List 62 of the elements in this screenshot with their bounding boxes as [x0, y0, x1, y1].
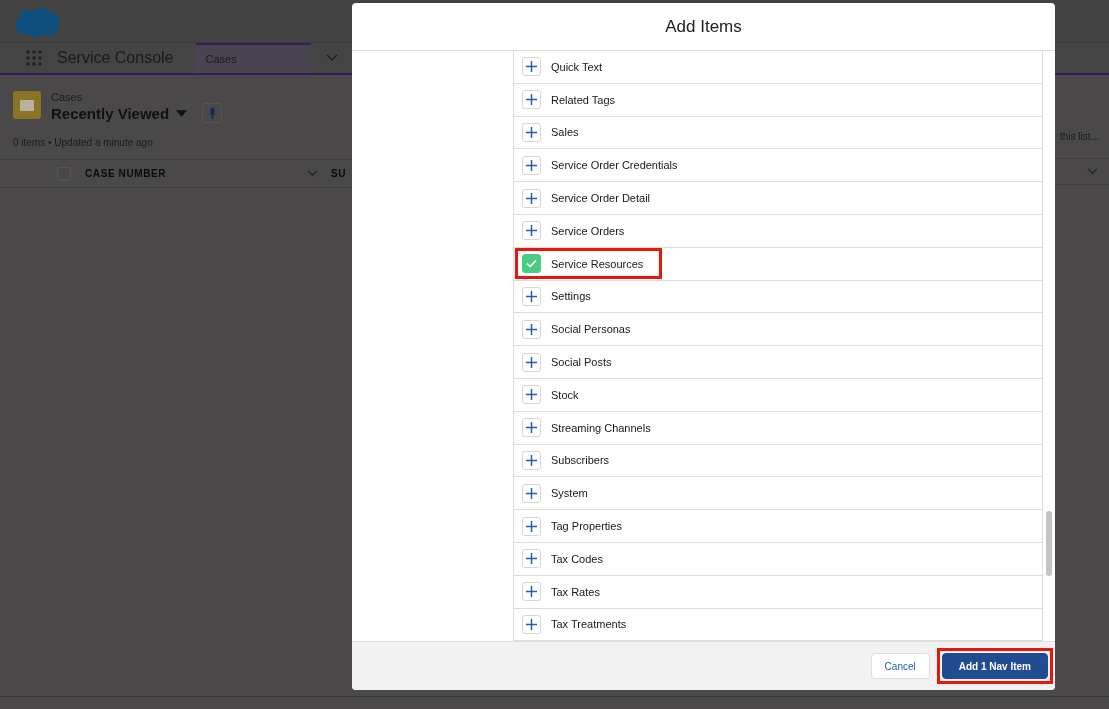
plus-icon [526, 61, 537, 73]
add-item-button[interactable] [522, 90, 541, 110]
plus-icon [526, 586, 537, 598]
case-folder-icon [13, 91, 41, 119]
plus-icon [526, 422, 537, 434]
item-label: Quick Text [551, 60, 603, 73]
item-label: Tax Rates [551, 585, 600, 598]
item-label: Related Tags [551, 93, 615, 106]
plus-icon [526, 290, 537, 302]
plus-icon [526, 618, 537, 630]
item-label: Stock [551, 388, 579, 401]
add-item-button[interactable] [522, 57, 541, 77]
plus-icon [526, 356, 537, 368]
column-header[interactable]: SU [331, 168, 347, 179]
add-button[interactable]: Add 1 Nav Item [941, 653, 1048, 679]
item-label: Subscribers [551, 454, 610, 467]
list-view-title[interactable]: Recently Viewed [51, 104, 170, 122]
add-item-button[interactable] [522, 483, 541, 503]
item-label: Service Orders [551, 224, 625, 237]
plus-icon [526, 192, 537, 204]
item-label: Streaming Channels [551, 421, 651, 434]
column-header[interactable]: CASE NUMBER [85, 168, 307, 179]
item-label: System [551, 487, 588, 500]
plus-icon [526, 127, 537, 138]
item-label: Tax Codes [551, 552, 603, 565]
add-item-button[interactable] [522, 418, 541, 438]
item-label: Service Order Credentials [551, 159, 678, 172]
item-label: Settings [551, 290, 591, 303]
plus-icon [526, 94, 537, 106]
item-label: Tax Treatments [551, 618, 627, 631]
item-label: Social Personas [551, 323, 631, 336]
plus-icon [526, 323, 537, 335]
add-item-button[interactable] [522, 582, 541, 602]
item-label: Service Resources [551, 257, 644, 270]
add-item-button[interactable] [522, 155, 541, 175]
pin-icon [208, 107, 216, 119]
add-item-button[interactable] [522, 123, 541, 142]
item-label: Social Posts [551, 356, 612, 369]
plus-icon [526, 389, 537, 401]
plus-icon [526, 553, 537, 565]
add-item-button[interactable] [522, 385, 541, 405]
plus-icon [526, 159, 537, 171]
add-item-button[interactable] [522, 188, 541, 208]
add-item-button[interactable] [522, 614, 541, 634]
add-item-button[interactable] [522, 549, 541, 569]
item-label: Tag Properties [551, 520, 622, 533]
plus-icon [526, 520, 537, 532]
add-item-button[interactable] [522, 286, 541, 306]
cloud-logo-icon [13, 4, 63, 38]
item-label: Service Order Detail [551, 192, 651, 205]
item-label: Sales [551, 126, 579, 139]
add-item-button[interactable] [522, 319, 541, 339]
dialog-title: Add Items [665, 16, 742, 37]
plus-icon [526, 487, 537, 499]
add-item-button[interactable] [522, 450, 541, 470]
add-item-button[interactable] [522, 221, 541, 241]
plus-icon [526, 225, 537, 237]
checkmark-icon [526, 259, 537, 269]
plus-icon [526, 454, 537, 466]
add-item-button[interactable] [522, 352, 541, 372]
add-item-button[interactable] [522, 516, 541, 536]
cancel-button[interactable]: Cancel [870, 653, 930, 679]
